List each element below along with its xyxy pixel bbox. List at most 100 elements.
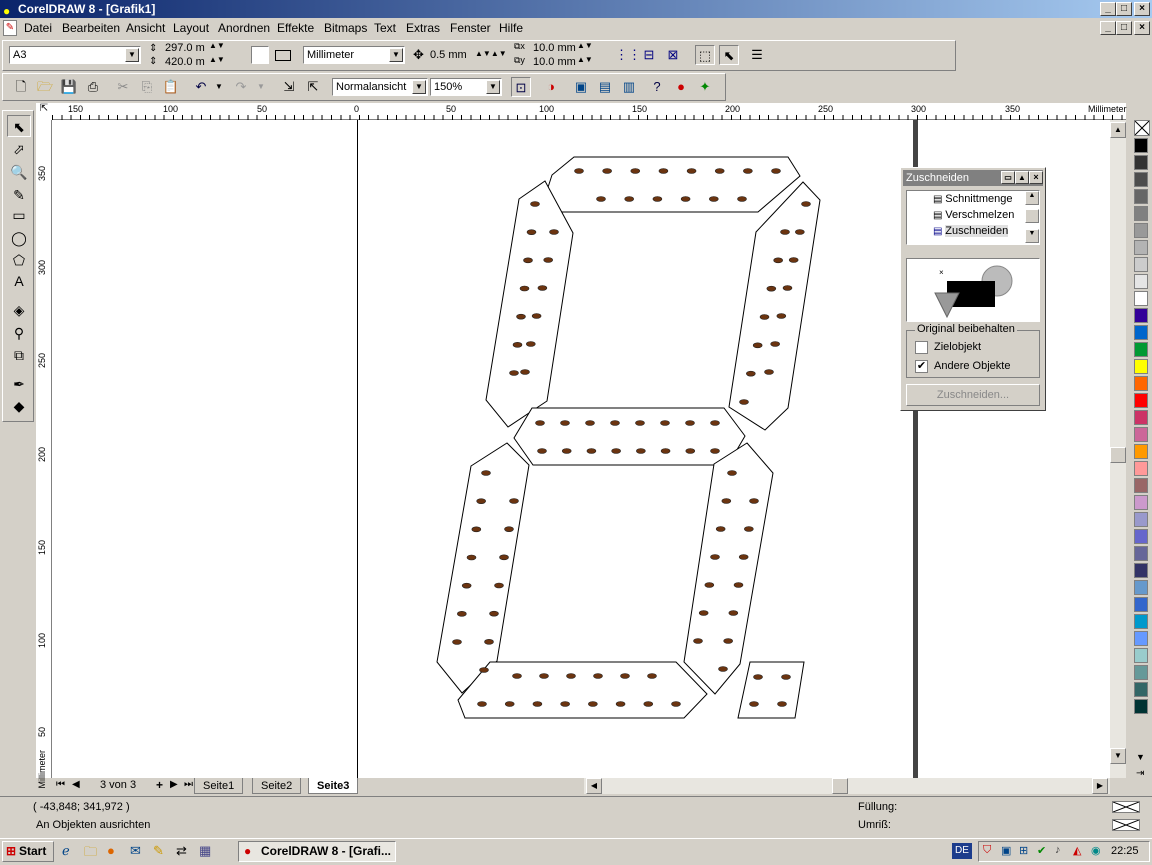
segment-c[interactable]	[683, 442, 774, 695]
corel-texture-icon[interactable]: ▥	[619, 77, 639, 97]
color-swatch[interactable]	[1134, 376, 1148, 391]
next-page-icon[interactable]: ▶	[170, 779, 178, 790]
menu-ansicht[interactable]: Ansicht	[126, 18, 165, 38]
interactive-fill-icon[interactable]: ◈	[7, 299, 31, 321]
segment-a[interactable]	[539, 156, 801, 213]
app-launcher-icon[interactable]: ▣	[571, 77, 591, 97]
list-item[interactable]: ▤ Verschmelzen	[933, 209, 1014, 221]
import-icon[interactable]: ⇲	[279, 77, 299, 97]
pick-tool-icon[interactable]: ⬉	[7, 115, 31, 137]
task-coreldraw[interactable]: ● CorelDRAW 8 - [Grafi...	[238, 841, 396, 862]
color-swatch[interactable]	[1134, 461, 1148, 476]
vertical-scrollbar[interactable]: ▲ ▼	[1110, 120, 1126, 778]
docker-titlebar[interactable]: Zuschneiden ▭ ▲ ×	[903, 170, 1043, 186]
email-icon[interactable]: ✉	[130, 843, 141, 859]
blend-tool-icon[interactable]: ⧉	[7, 344, 31, 366]
list-item[interactable]: ▤ Schnittmenge	[933, 193, 1013, 205]
color-swatch[interactable]	[1134, 274, 1148, 289]
color-swatch[interactable]	[1134, 631, 1148, 646]
h-scroll-thumb[interactable]	[832, 778, 848, 794]
menu-fenster[interactable]: Fenster	[450, 18, 491, 38]
tab-seite2[interactable]: Seite2	[252, 778, 302, 794]
color-swatch[interactable]	[1134, 444, 1148, 459]
segment-g[interactable]	[513, 407, 746, 466]
color-swatch[interactable]	[1134, 682, 1148, 697]
view-mode-select[interactable]: Normalansicht ▼	[332, 78, 428, 96]
eyedropper-icon[interactable]: ⚲	[7, 322, 31, 344]
color-swatch[interactable]	[1134, 257, 1148, 272]
scroll-up-icon[interactable]: ▲	[1110, 122, 1126, 138]
cut-icon[interactable]: ✂	[113, 77, 133, 97]
ellipse-tool-icon[interactable]: ◯	[7, 227, 31, 249]
nudge-value[interactable]: 0.5 mm	[430, 49, 467, 61]
outline-tool-icon[interactable]: ✒	[7, 373, 31, 395]
save-icon[interactable]: 💾	[59, 77, 79, 97]
vertical-ruler[interactable]: 350 300 250 200 150 100 50 Millimeter	[36, 120, 52, 789]
color-swatch[interactable]	[1134, 512, 1148, 527]
scroll-left-icon[interactable]: ◀	[586, 778, 602, 794]
color-swatch[interactable]	[1134, 155, 1148, 170]
freehand-tool-icon[interactable]: ✎	[7, 184, 31, 206]
paste-icon[interactable]: 📋	[161, 77, 181, 97]
speaker-icon[interactable]: ♪	[1055, 844, 1061, 856]
menu-hilfe[interactable]: Hilfe	[499, 18, 523, 38]
doc-minimize-button[interactable]: _	[1100, 21, 1116, 35]
palette-expand-icon[interactable]: ⇥	[1136, 768, 1144, 779]
page-width-value[interactable]: 297.0 m	[165, 42, 205, 54]
full-screen-preview-icon[interactable]: ⊡	[511, 77, 531, 97]
palette-scroll-down-icon[interactable]: ▼	[1136, 752, 1145, 762]
color-swatch[interactable]	[1134, 240, 1148, 255]
chevron-down-icon[interactable]: ▼	[209, 77, 229, 97]
options-icon[interactable]: ☰	[747, 45, 767, 65]
snap-magnet-icon[interactable]: ◑	[541, 77, 561, 97]
menu-text[interactable]: Text	[374, 18, 396, 38]
tab-seite3[interactable]: Seite3	[308, 778, 359, 794]
shape-tool-icon[interactable]: ⬀	[7, 138, 31, 160]
nudge-spinner[interactable]: ▲▼▲▼	[475, 49, 507, 58]
color-swatch[interactable]	[1134, 138, 1148, 153]
list-scroll-down-icon[interactable]: ▼	[1025, 229, 1039, 243]
polygon-tool-icon[interactable]: ⬠	[7, 249, 31, 271]
tutor-icon[interactable]: ●	[671, 77, 691, 97]
color-swatch[interactable]	[1134, 359, 1148, 374]
color-swatch[interactable]	[1134, 223, 1148, 238]
color-swatch[interactable]	[1134, 189, 1148, 204]
dup-y-value[interactable]: 10.0 mm	[533, 56, 576, 68]
prev-page-icon[interactable]: ◀	[72, 779, 80, 790]
update-icon[interactable]: ✔	[1037, 844, 1046, 857]
acrobat-icon[interactable]: ◭	[1073, 844, 1081, 857]
maximize-button[interactable]: □	[1116, 2, 1132, 16]
chevron-down-icon[interactable]: ▼	[251, 77, 271, 97]
color-swatch[interactable]	[1134, 308, 1148, 323]
segment-b[interactable]	[728, 181, 821, 431]
paper-size-select[interactable]: A3 ▼	[9, 46, 141, 64]
menu-extras[interactable]: Extras	[406, 18, 440, 38]
color-swatch[interactable]	[1134, 563, 1148, 578]
segment-d[interactable]	[457, 661, 708, 719]
menu-layout[interactable]: Layout	[173, 18, 209, 38]
height-spinner[interactable]: ▲▼	[209, 55, 225, 64]
color-swatch[interactable]	[1134, 206, 1148, 221]
segment-e[interactable]	[436, 442, 530, 694]
text-tool-icon[interactable]: A	[7, 270, 31, 292]
dup-spinner[interactable]: ▲▼	[577, 41, 593, 50]
color-swatch[interactable]	[1134, 580, 1148, 595]
network-icon[interactable]: ⇄	[176, 843, 187, 859]
list-item-selected[interactable]: ▤ Zuschneiden	[933, 225, 1009, 237]
guides-icon[interactable]: ⊟	[639, 45, 659, 65]
horizontal-scrollbar[interactable]: ◀ ▶	[584, 778, 1110, 794]
pencil-app-icon[interactable]: ✎	[153, 843, 164, 859]
chevron-down-icon[interactable]: ▼	[486, 80, 500, 94]
menu-effekte[interactable]: Effekte	[277, 18, 314, 38]
chevron-down-icon[interactable]: ▼	[389, 48, 403, 62]
color-swatch[interactable]	[1134, 393, 1148, 408]
start-button[interactable]: ⊞ Start	[2, 841, 54, 862]
zoom-tool-icon[interactable]: 🔍	[7, 161, 31, 183]
color-swatch[interactable]	[1134, 427, 1148, 442]
objects-snap-icon[interactable]: ⊠	[663, 45, 683, 65]
last-page-icon[interactable]: ⏭	[184, 779, 193, 790]
new-icon[interactable]: 🗋	[11, 77, 31, 97]
undo-icon[interactable]: ↶	[191, 77, 211, 97]
scroll-right-icon[interactable]: ▶	[1092, 778, 1108, 794]
help-pointer-icon[interactable]: ?	[647, 77, 667, 97]
